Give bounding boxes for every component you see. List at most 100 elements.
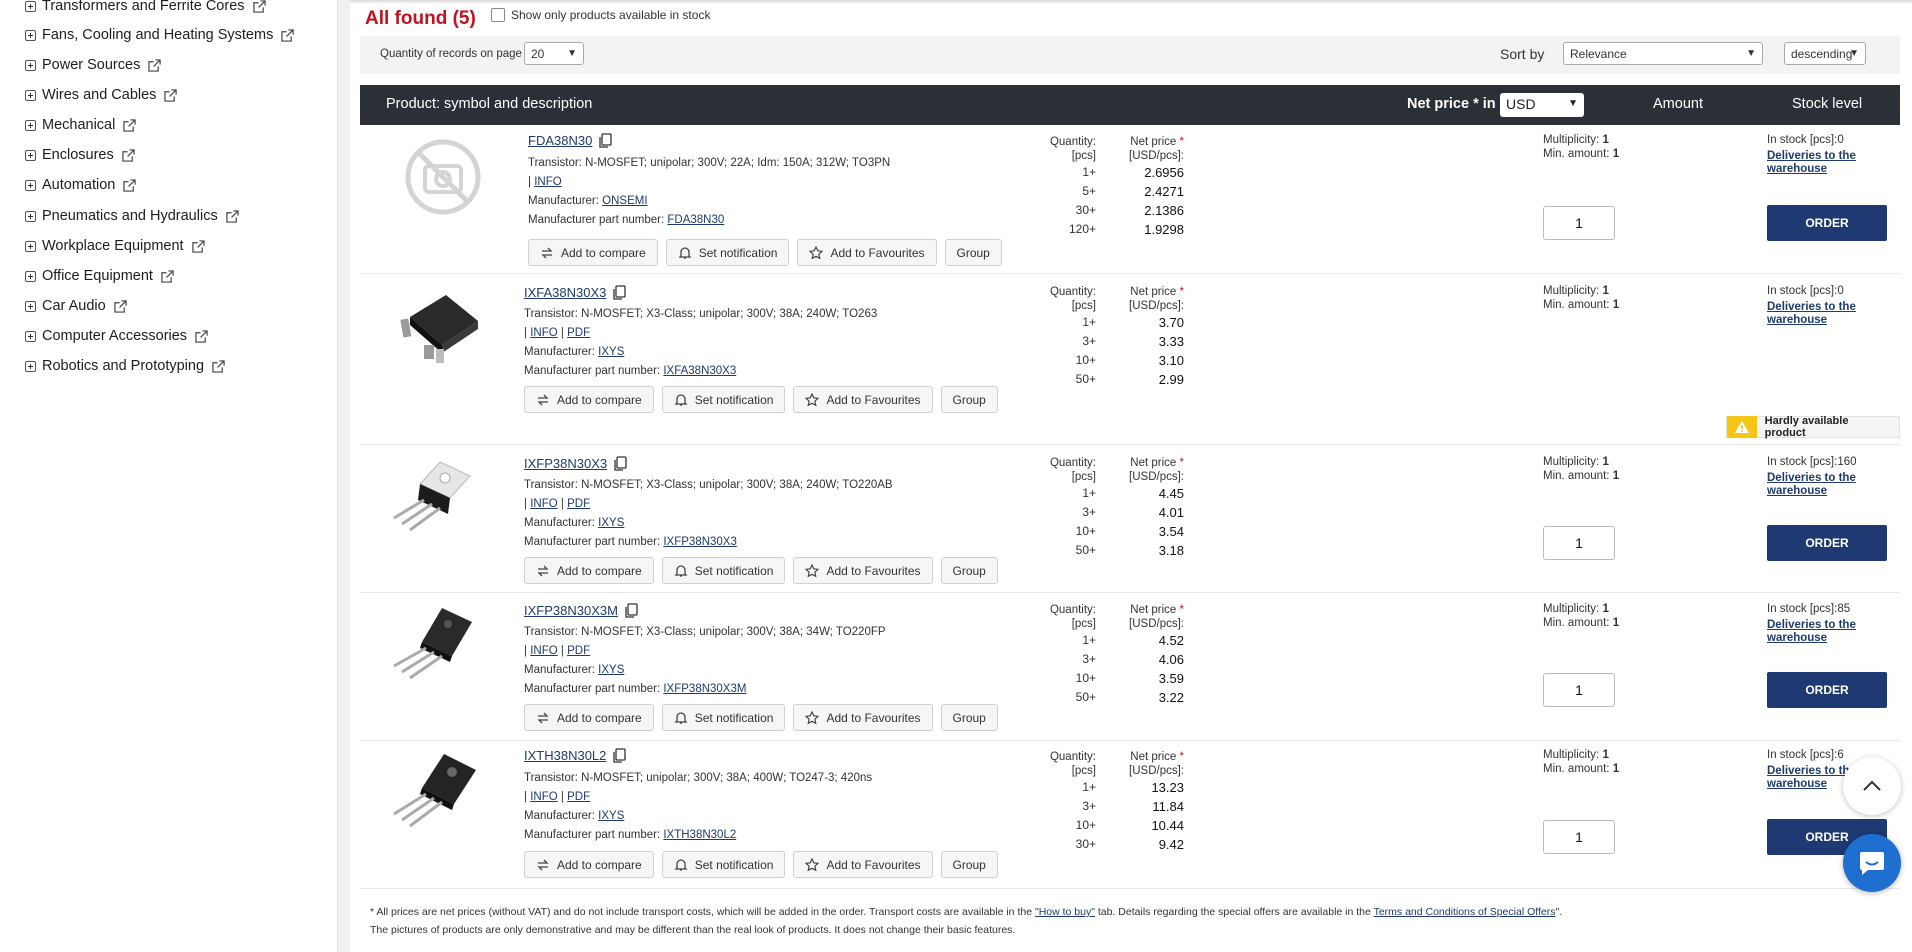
manufacturer-link[interactable]: IXYS (598, 664, 624, 676)
sidebar-item-wires[interactable]: Wires and Cables (25, 84, 178, 106)
add-to-compare-button[interactable]: Add to compare (524, 386, 654, 413)
copy-icon[interactable] (613, 456, 627, 471)
expand-plus-icon[interactable] (25, 210, 36, 222)
add-to-compare-button[interactable]: Add to compare (528, 239, 658, 266)
product-symbol[interactable]: IXTH38N30L2 (524, 748, 606, 763)
amount-input[interactable]: 1 (1543, 206, 1615, 240)
records-per-page-select[interactable]: 20 ▼ (524, 42, 584, 65)
info-link[interactable]: INFO (530, 327, 557, 339)
pdf-link[interactable]: PDF (567, 645, 590, 657)
expand-plus-icon[interactable] (25, 59, 36, 71)
sidebar-item-transformers[interactable]: Transformers and Ferrite Cores (25, 0, 266, 17)
deliveries-link[interactable]: Deliveries to the warehouse (1767, 150, 1877, 176)
mpn-link[interactable]: IXFP38N30X3 (663, 536, 737, 548)
product-symbol[interactable]: FDA38N30 (528, 133, 592, 148)
currency-select[interactable]: USD ▼ (1500, 93, 1584, 117)
product-symbol[interactable]: IXFP38N30X3 (524, 456, 607, 471)
set-notification-button[interactable]: Set notification (661, 851, 786, 878)
mpn-link[interactable]: IXFP38N30X3M (663, 683, 746, 695)
manufacturer-link[interactable]: IXYS (598, 810, 624, 822)
group-button[interactable]: Group (940, 557, 998, 584)
amount-input[interactable]: 1 (1543, 820, 1615, 854)
deliveries-link[interactable]: Deliveries to the warehouse (1767, 619, 1877, 645)
pdf-link[interactable]: PDF (567, 327, 590, 339)
product-symbol-link[interactable]: FDA38N30 (528, 133, 612, 148)
product-symbol-link[interactable]: IXTH38N30L2 (524, 748, 627, 763)
add-to-compare-button[interactable]: Add to compare (524, 557, 654, 584)
sidebar-item-workplace[interactable]: Workplace Equipment (25, 235, 205, 257)
scroll-to-top-button[interactable] (1843, 757, 1901, 815)
add-to-favourites-button[interactable]: Add to Favourites (797, 239, 937, 266)
pdf-link[interactable]: PDF (567, 498, 590, 510)
manufacturer-link[interactable]: IXYS (598, 517, 624, 529)
info-link[interactable]: INFO (534, 176, 561, 188)
pdf-link[interactable]: PDF (567, 791, 590, 803)
sort-order-select[interactable]: descending ▼ (1784, 42, 1866, 65)
how-to-buy-link[interactable]: "How to buy" (1035, 906, 1095, 918)
manufacturer-link[interactable]: IXYS (598, 346, 624, 358)
set-notification-button[interactable]: Set notification (665, 239, 790, 266)
sidebar-item-fans[interactable]: Fans, Cooling and Heating Systems (25, 24, 295, 46)
stock-only-filter[interactable]: Show only products available in stock (491, 8, 710, 22)
sidebar-item-computer-accessories[interactable]: Computer Accessories (25, 325, 208, 347)
add-to-favourites-button[interactable]: Add to Favourites (793, 851, 933, 878)
stock-only-checkbox[interactable] (491, 8, 505, 22)
expand-plus-icon[interactable] (25, 0, 36, 12)
special-offers-terms-link[interactable]: Terms and Conditions of Special Offers (1374, 906, 1556, 918)
copy-icon[interactable] (612, 748, 627, 763)
chat-button[interactable] (1843, 834, 1901, 892)
copy-icon[interactable] (612, 285, 627, 300)
sidebar-item-automation[interactable]: Automation (25, 174, 137, 196)
expand-plus-icon[interactable] (25, 330, 36, 342)
sidebar-item-car-audio[interactable]: Car Audio (25, 295, 127, 317)
expand-plus-icon[interactable] (25, 300, 36, 312)
info-link[interactable]: INFO (530, 498, 557, 510)
sidebar-item-mechanical[interactable]: Mechanical (25, 114, 137, 136)
add-to-favourites-button[interactable]: Add to Favourites (793, 557, 933, 584)
mpn-link[interactable]: FDA38N30 (667, 214, 724, 226)
product-symbol-link[interactable]: IXFA38N30X3 (524, 285, 627, 300)
sidebar-item-office[interactable]: Office Equipment (25, 265, 174, 287)
sidebar-item-pneumatics[interactable]: Pneumatics and Hydraulics (25, 205, 239, 227)
order-button[interactable]: ORDER (1767, 205, 1887, 241)
expand-plus-icon[interactable] (25, 89, 36, 101)
add-to-favourites-button[interactable]: Add to Favourites (793, 704, 933, 731)
expand-plus-icon[interactable] (25, 270, 36, 282)
amount-input[interactable]: 1 (1543, 526, 1615, 560)
add-to-compare-button[interactable]: Add to compare (524, 851, 654, 878)
copy-icon[interactable] (598, 133, 612, 148)
group-button[interactable]: Group (940, 704, 998, 731)
product-symbol[interactable]: IXFP38N30X3M (524, 603, 618, 618)
sidebar-item-power-sources[interactable]: Power Sources (25, 54, 162, 76)
deliveries-link[interactable]: Deliveries to the warehouse (1767, 472, 1877, 498)
set-notification-button[interactable]: Set notification (661, 557, 786, 584)
deliveries-link[interactable]: Deliveries to the warehouse (1767, 301, 1877, 327)
info-link[interactable]: INFO (530, 791, 557, 803)
order-button[interactable]: ORDER (1767, 672, 1887, 708)
info-link[interactable]: INFO (530, 645, 557, 657)
set-notification-button[interactable]: Set notification (661, 386, 786, 413)
expand-plus-icon[interactable] (25, 240, 36, 252)
add-to-compare-button[interactable]: Add to compare (524, 704, 654, 731)
group-button[interactable]: Group (944, 239, 1002, 266)
add-to-favourites-button[interactable]: Add to Favourites (793, 386, 933, 413)
product-symbol-link[interactable]: IXFP38N30X3 (524, 456, 627, 471)
expand-plus-icon[interactable] (25, 149, 36, 161)
mpn-link[interactable]: IXTH38N30L2 (663, 829, 736, 841)
manufacturer-link[interactable]: ONSEMI (602, 195, 647, 207)
copy-icon[interactable] (624, 603, 638, 618)
group-button[interactable]: Group (940, 851, 998, 878)
sort-by-select[interactable]: Relevance ▼ (1563, 42, 1763, 65)
set-notification-button[interactable]: Set notification (661, 704, 786, 731)
sidebar-item-enclosures[interactable]: Enclosures (25, 144, 135, 166)
group-button[interactable]: Group (940, 386, 998, 413)
expand-plus-icon[interactable] (25, 119, 36, 131)
product-symbol-link[interactable]: IXFP38N30X3M (524, 603, 638, 618)
expand-plus-icon[interactable] (25, 360, 36, 372)
expand-plus-icon[interactable] (25, 179, 36, 191)
sidebar-item-robotics[interactable]: Robotics and Prototyping (25, 355, 225, 377)
amount-input[interactable]: 1 (1543, 673, 1615, 707)
mpn-link[interactable]: IXFA38N30X3 (663, 365, 736, 377)
product-symbol[interactable]: IXFA38N30X3 (524, 285, 606, 300)
order-button[interactable]: ORDER (1767, 525, 1887, 561)
